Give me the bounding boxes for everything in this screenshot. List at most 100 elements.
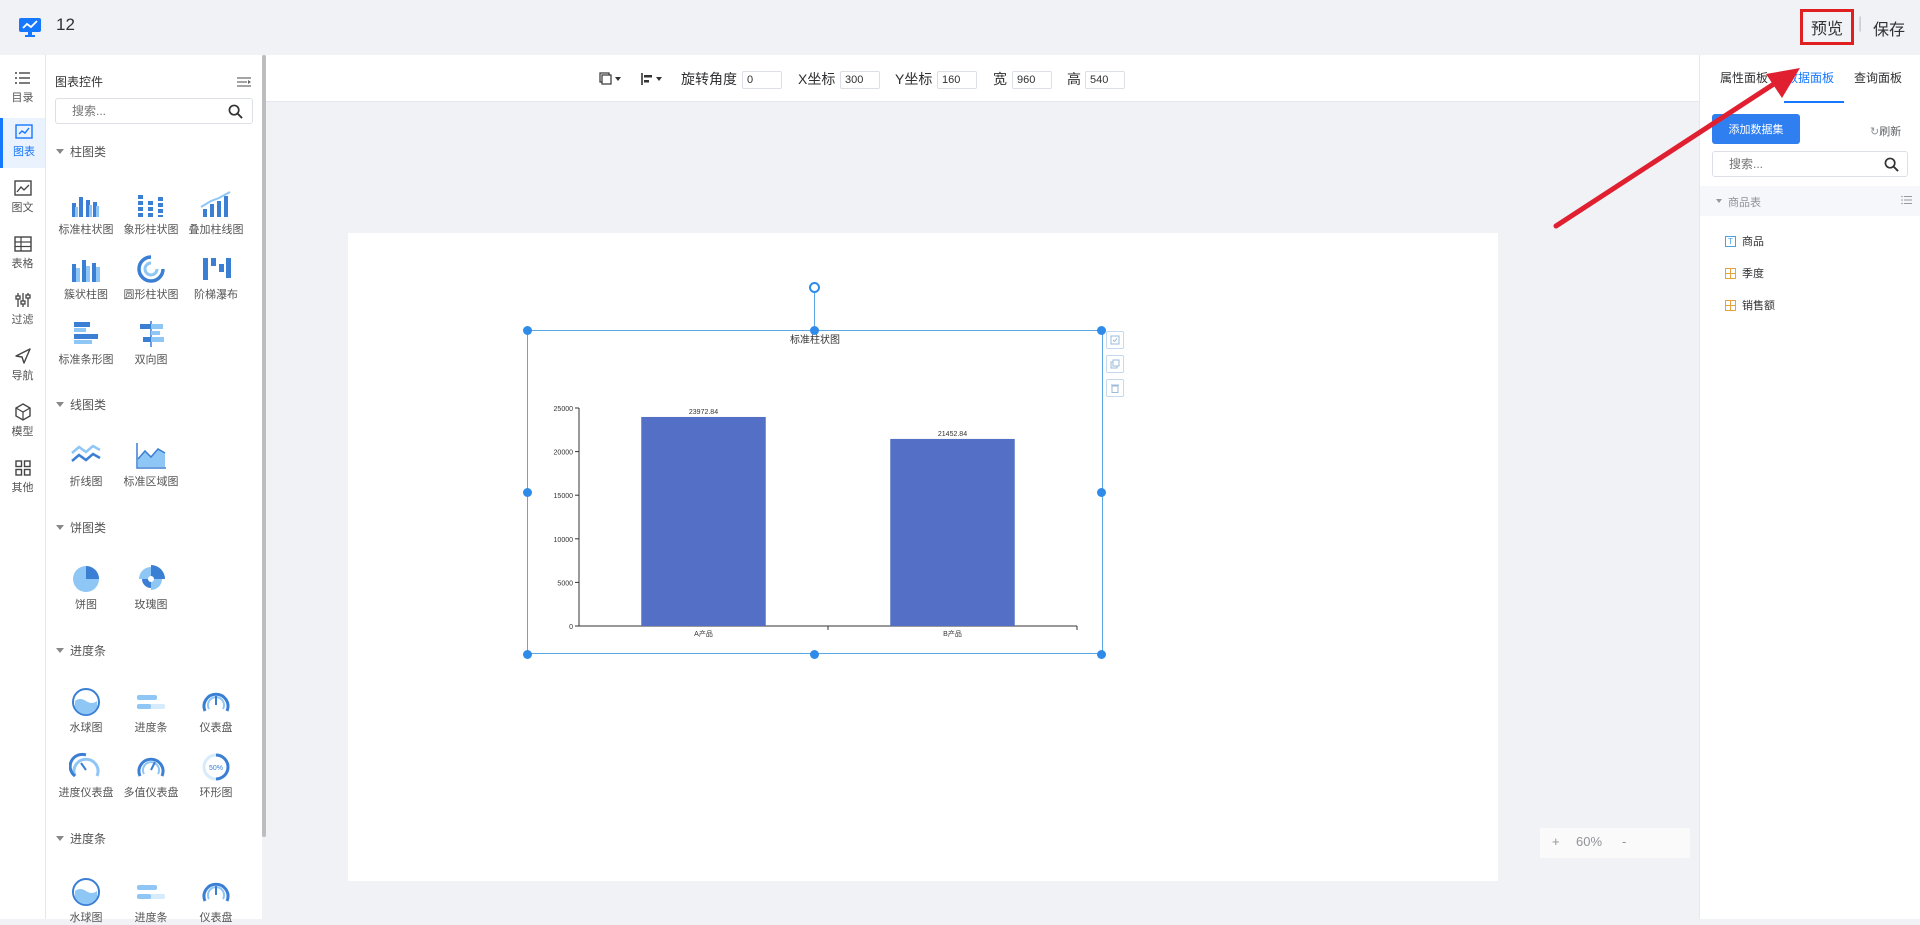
component-gauge[interactable]: 仪表盘 [185,687,247,735]
field-item[interactable]: T 商品 [1725,233,1764,249]
rail-item-chart[interactable]: 图表 [0,118,45,168]
component-gauge[interactable]: 仪表盘 [185,877,247,925]
rail-item-filter[interactable]: 过滤 [0,286,45,336]
zoom-out-button[interactable]: - [1622,834,1626,849]
copy-chart-button[interactable] [1106,355,1124,373]
rail-item-catalog[interactable]: 目录 [0,64,45,114]
component-pictorial-bar[interactable]: 象形柱状图 [120,189,182,237]
edit-icon [1110,335,1120,345]
multi-gauge-icon [137,757,165,777]
component-progress-gauge[interactable]: 进度仪表盘 [55,752,117,800]
trash-icon [1111,384,1119,393]
edit-chart-button[interactable] [1106,331,1124,349]
refresh-button[interactable]: ↻刷新 [1870,123,1901,139]
bidirectional-bar-icon [140,321,164,347]
tab-query[interactable]: 查询面板 [1854,69,1902,86]
category-progress[interactable]: 进度条 [56,642,106,659]
component-waterfall[interactable]: 阶梯瀑布 [185,254,247,302]
category-label: 柱图类 [70,145,107,159]
field-item[interactable]: 销售额 [1725,297,1775,313]
right-panel: 属性面板 数据面板 查询面板 添加数据集 ↻刷新 商品表 T 商品 季度 销售额 [1699,55,1920,919]
caret-down-icon [1716,199,1722,203]
y-coordinate-input[interactable] [937,71,977,89]
component-progress-bar[interactable]: 进度条 [120,877,182,925]
component-label: 水球图 [69,912,103,924]
header-separator: | [1858,15,1863,32]
resize-handle-bottom-left[interactable] [523,650,532,659]
resize-handle-left[interactable] [523,488,532,497]
x-coordinate-input[interactable] [840,71,880,89]
search-icon[interactable] [228,104,243,119]
dataset-table-row[interactable]: 商品表 [1700,186,1920,216]
height-input[interactable] [1085,71,1125,89]
filter-icon [14,293,31,307]
rotation-input[interactable] [742,71,782,89]
component-area[interactable]: 标准区域图 [120,441,182,489]
chart-icon [15,124,33,139]
resize-handle-top[interactable] [810,326,819,335]
component-label: 簇状柱图 [64,289,108,301]
rail-item-table[interactable]: 表格 [0,230,45,280]
rail-item-label: 过滤 [11,314,34,326]
search-icon[interactable] [1884,157,1899,172]
category-line[interactable]: 线图类 [56,396,106,413]
layer-dropdown-icon[interactable] [599,72,621,86]
resize-handle-bottom[interactable] [810,650,819,659]
component-line[interactable]: 折线图 [55,441,117,489]
properties-toolbar: 旋转角度 X坐标 Y坐标 宽 高 [266,55,1699,102]
component-liquid[interactable]: 水球图 [55,687,117,735]
component-progress-bar[interactable]: 进度条 [120,687,182,735]
category-label: 饼图类 [70,521,107,535]
waterfall-icon [203,258,231,280]
dataset-search-input[interactable] [1727,152,1881,176]
category-bar[interactable]: 柱图类 [56,143,106,160]
caret-down-icon [56,836,64,841]
category-progress-2[interactable]: 进度条 [56,830,106,847]
add-dataset-button[interactable]: 添加数据集 [1712,114,1800,144]
component-bar-line[interactable]: 叠加柱线图 [185,189,247,237]
table-menu-icon[interactable] [1901,195,1912,205]
component-bidirectional[interactable]: 双向图 [120,319,182,367]
document-title: 12 [56,15,75,34]
rail-item-navigation[interactable]: 导航 [0,342,45,392]
collapse-menu-icon[interactable] [237,76,251,88]
rose-chart-icon [139,565,165,590]
component-ring[interactable]: 50% 环形图 [185,752,247,800]
resize-handle-top-right[interactable] [1097,326,1106,335]
category-label: 进度条 [70,644,107,658]
tab-properties[interactable]: 属性面板 [1720,69,1768,86]
component-pie[interactable]: 饼图 [55,564,117,612]
selection-box[interactable] [523,282,1124,659]
zoom-in-button[interactable]: + [1552,834,1560,849]
image-text-icon [13,180,32,196]
align-dropdown-icon[interactable] [640,72,662,86]
number-field-icon [1725,267,1736,279]
component-standard-bar[interactable]: 标准柱状图 [55,189,117,237]
rotate-handle[interactable] [809,282,820,293]
category-pie[interactable]: 饼图类 [56,519,106,536]
field-item[interactable]: 季度 [1725,265,1764,281]
component-label: 仪表盘 [199,912,233,924]
save-button[interactable]: 保存 [1873,16,1905,40]
category-label: 进度条 [70,832,107,846]
component-rose[interactable]: 玫瑰图 [120,564,182,612]
rail-item-model[interactable]: 模型 [0,398,45,448]
resize-handle-right[interactable] [1097,488,1106,497]
component-label: 双向图 [134,354,168,366]
width-input[interactable] [1012,71,1052,89]
resize-handle-bottom-right[interactable] [1097,650,1106,659]
component-multi-gauge[interactable]: 多值仪表盘 [120,752,182,800]
rail-item-other[interactable]: 其他 [0,454,45,504]
number-field-icon [1725,299,1736,311]
component-circular-bar[interactable]: 圆形柱状图 [120,254,182,302]
resize-handle-top-left[interactable] [523,326,532,335]
preview-button[interactable]: 预览 [1800,9,1854,45]
rail-item-image-text[interactable]: 图文 [0,174,45,224]
component-label: 圆形柱状图 [123,289,179,301]
component-cluster-bar[interactable]: 簇状柱图 [55,254,117,302]
component-horizontal-bar[interactable]: 标准条形图 [55,319,117,367]
tab-data[interactable]: 数据面板 [1786,69,1834,86]
component-search-input[interactable] [70,99,224,123]
delete-chart-button[interactable] [1106,379,1124,397]
component-liquid[interactable]: 水球图 [55,877,117,925]
